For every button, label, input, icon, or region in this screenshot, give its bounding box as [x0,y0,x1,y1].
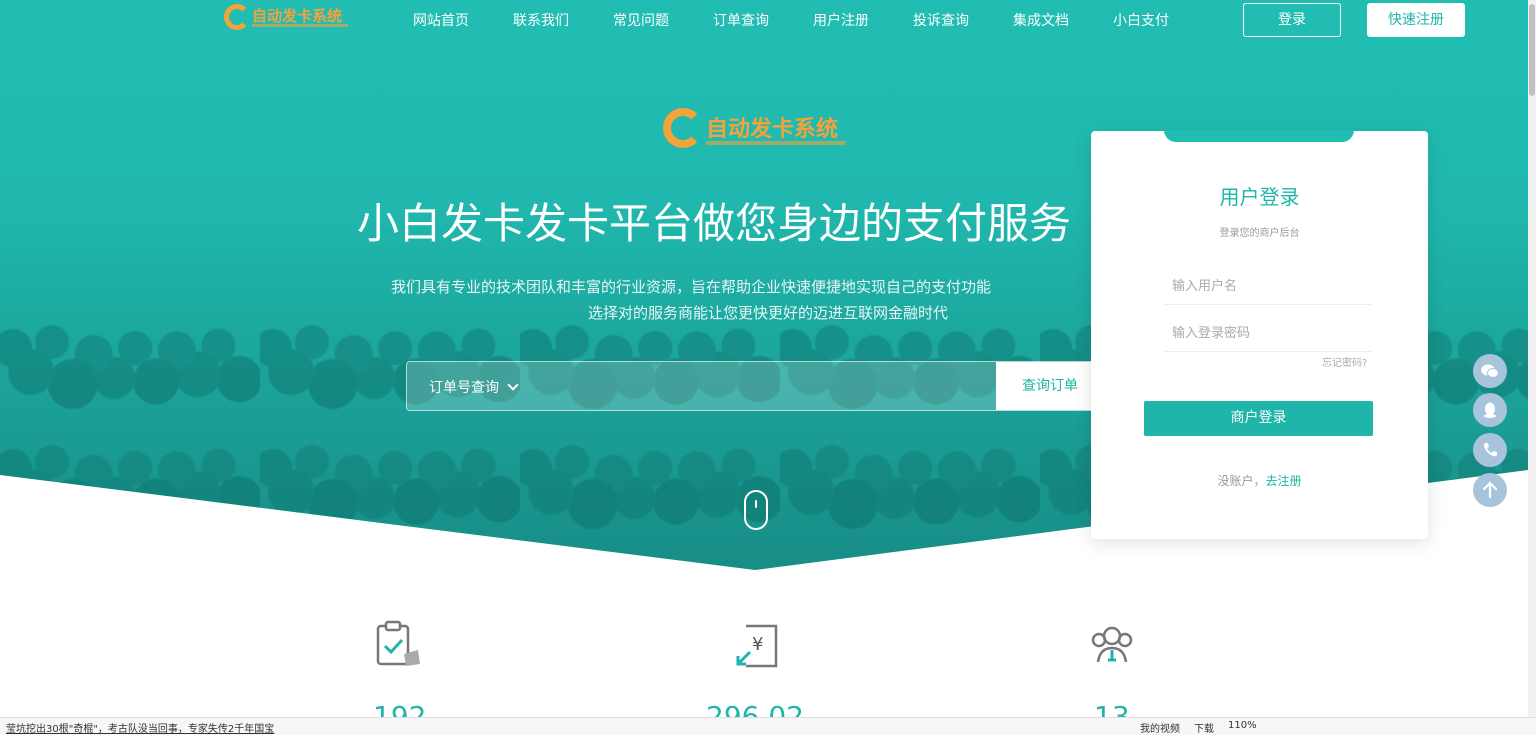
hero-logo-text: 自动发卡系统 [706,117,839,142]
back-to-top-icon [1482,481,1498,499]
logo-tagline-bar [252,24,348,27]
hero-logo: 自动发卡系统 [663,108,853,152]
page-scrollbar[interactable] [1528,0,1536,717]
password-input[interactable] [1164,314,1372,351]
nav-link-home[interactable]: 网站首页 [413,10,469,30]
users-icon [1091,626,1133,663]
hero-description-line1: 我们具有专业的技术团队和丰富的行业资源，旨在帮助企业快速便捷地实现自己的支付功能 [391,278,992,296]
forgot-password-link[interactable]: 忘记密码? [1322,354,1367,369]
svg-text:¥: ¥ [752,634,763,655]
download-item[interactable]: 下载 [1194,720,1214,735]
order-search-bar: 订单号查询 查询订单 [406,361,1106,411]
nav-link-pay[interactable]: 小白支付 [1113,10,1169,30]
merchant-login-button[interactable]: 商户登录 [1144,401,1373,436]
quick-register-button[interactable]: 快速注册 [1367,3,1465,37]
hero-description-line2: 选择对的服务商能让您更快更好的迈进互联网金融时代 [587,304,948,322]
back-to-top-button[interactable] [1473,473,1507,507]
nav-link-user-register[interactable]: 用户注册 [813,10,869,30]
search-type-label: 订单号查询 [429,380,499,396]
chevron-down-icon [507,379,519,391]
query-order-button[interactable]: 查询订单 [996,362,1105,410]
login-title: 用户登录 [1219,185,1300,209]
scroll-mouse-icon[interactable] [744,490,768,530]
top-navigation: 自动发卡系统 网站首页 联系我们 常见问题 订单查询 用户注册 投诉查询 集成文… [0,0,1528,38]
nav-link-docs[interactable]: 集成文档 [1013,10,1069,30]
username-input[interactable] [1164,267,1372,304]
nav-link-complaint[interactable]: 投诉查询 [913,10,969,30]
hero-headline: 小白发卡发卡平台做您身边的支付服务 [357,199,1072,248]
site-logo[interactable]: 自动发卡系统 [224,3,354,33]
go-register-link[interactable]: 去注册 [1266,474,1302,488]
card-notch [1164,130,1354,142]
nav-link-contact[interactable]: 联系我们 [513,10,569,30]
zoom-level[interactable]: 110% [1228,720,1257,735]
no-account-label: 没账户， [1217,474,1266,488]
my-videos-item[interactable]: 我的视频 [1140,720,1180,735]
qq-icon [1484,402,1496,418]
wechat-icon [1481,364,1499,378]
news-ticker-link[interactable]: 莹坑挖出30根"奇棍"，考古队没当回事，专家失传2千年国宝 [6,720,274,735]
order-search-input[interactable] [537,362,997,410]
login-subtitle: 登录您的商户后台 [1219,228,1300,239]
nav-link-order-query[interactable]: 订单查询 [713,10,769,30]
status-bar-items: 我的视频 下载 110% [1140,720,1271,735]
username-field [1164,267,1372,305]
no-account-text: 没账户，去注册 [1091,472,1428,489]
password-field [1164,314,1372,352]
yuan-transfer-icon: ¥ [736,624,778,668]
search-type-select[interactable]: 订单号查询 [429,377,519,397]
nav-links: 网站首页 联系我们 常见问题 订单查询 用户注册 投诉查询 集成文档 小白支付 [413,10,1213,30]
scrollbar-thumb[interactable] [1529,4,1535,96]
browser-status-bar: 莹坑挖出30根"奇棍"，考古队没当回事，专家失传2千年国宝 我的视频 下载 11… [0,717,1536,735]
phone-icon [1484,443,1497,457]
logo-tagline-bar [706,141,846,145]
qq-float-button[interactable] [1473,393,1507,427]
clipboard-check-icon [376,620,420,666]
logo-text: 自动发卡系统 [252,7,343,25]
wechat-float-button[interactable] [1473,354,1507,388]
nav-link-faq[interactable]: 常见问题 [613,10,669,30]
login-button[interactable]: 登录 [1243,3,1341,37]
phone-float-button[interactable] [1473,433,1507,467]
login-card: 用户登录 登录您的商户后台 忘记密码? 商户登录 没账户，去注册 [1091,130,1428,539]
logo-mark-icon [224,4,250,30]
logo-mark-icon [663,108,703,148]
